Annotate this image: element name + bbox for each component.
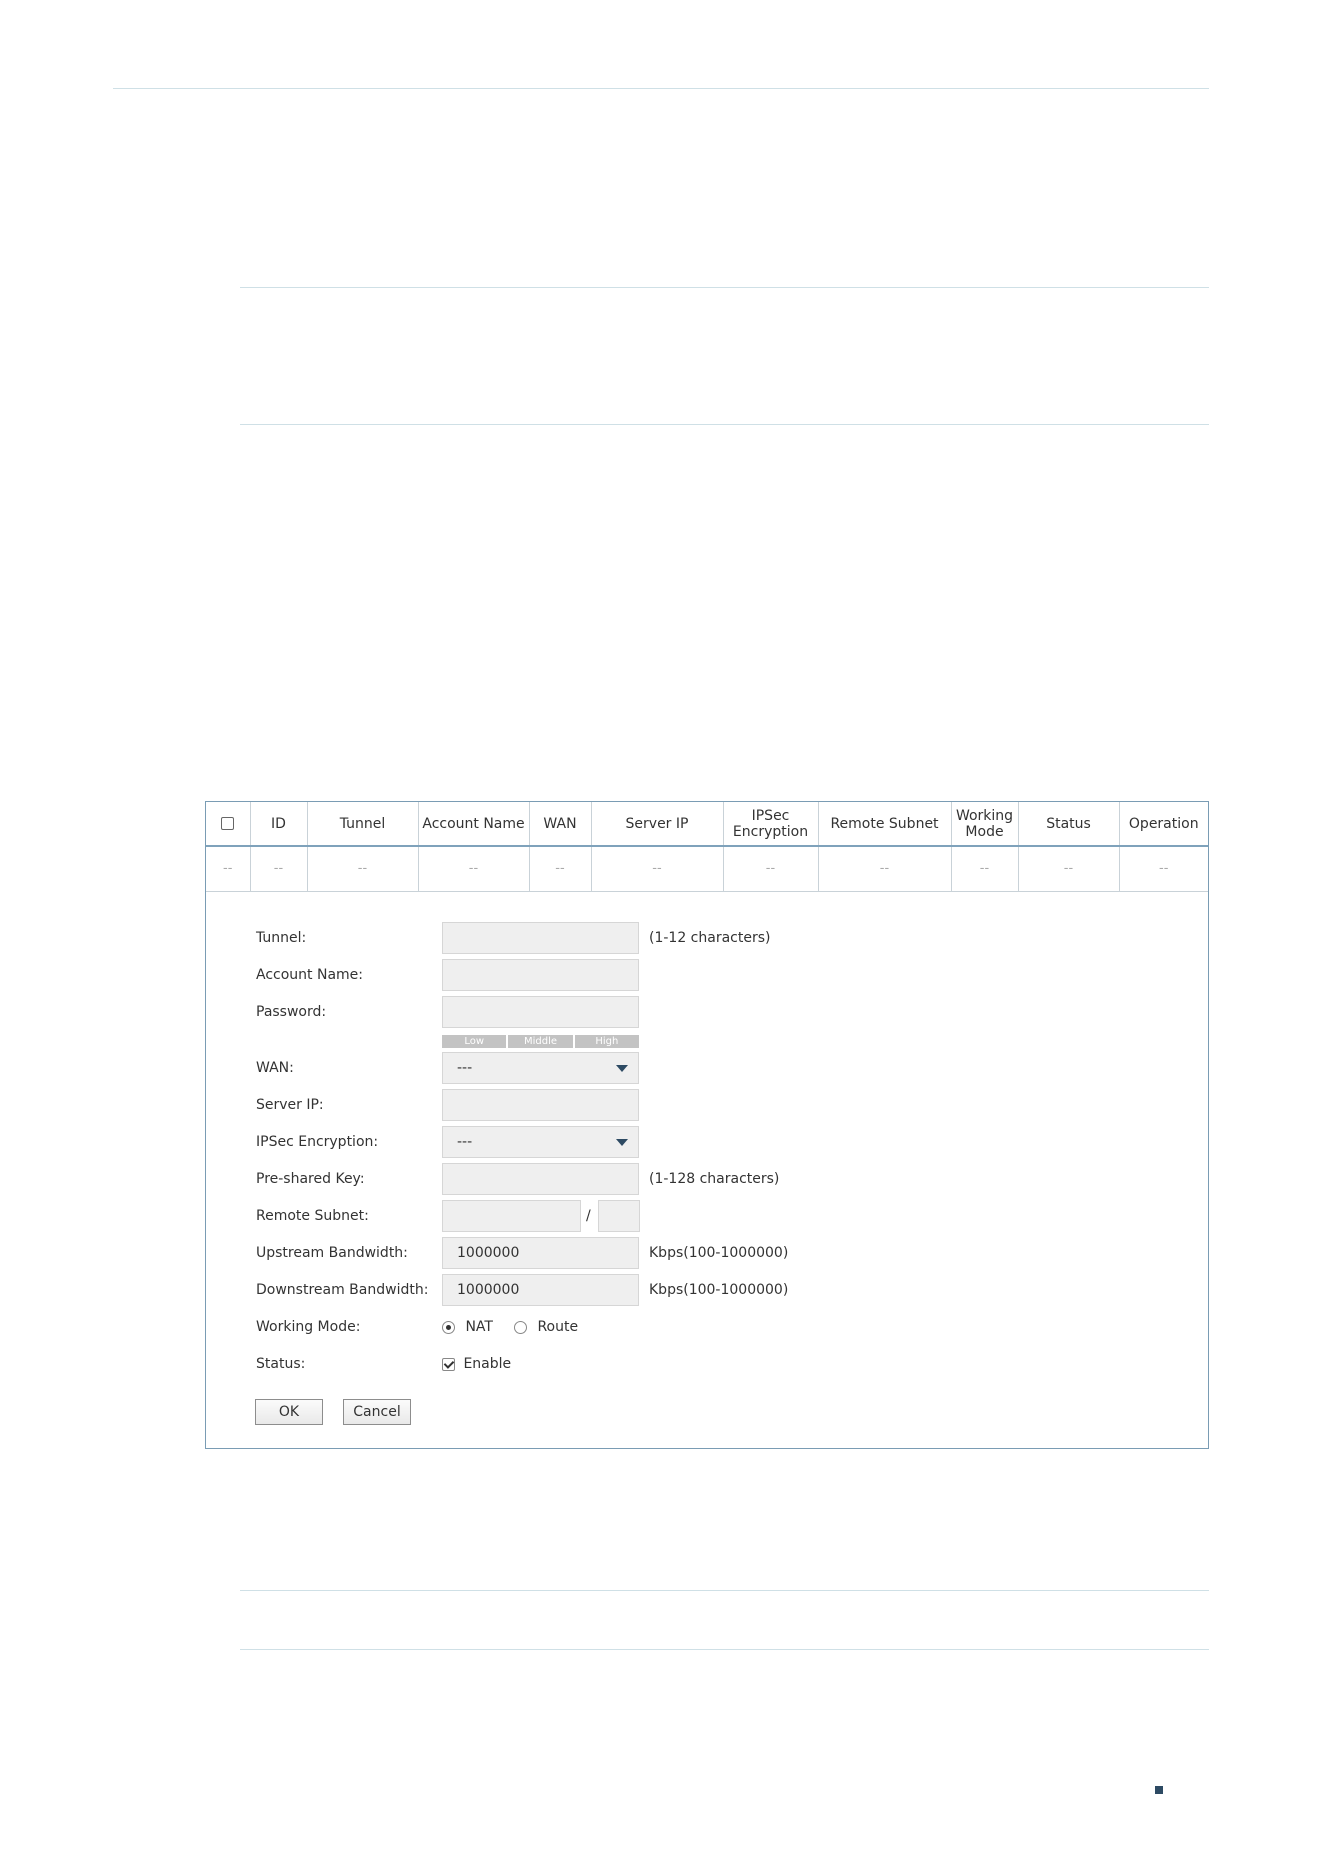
ipsec-selected-value: --- [457, 1134, 473, 1150]
table-cell: -- [206, 846, 251, 892]
wan-label: WAN: [256, 1060, 294, 1076]
tunnel-input[interactable] [442, 922, 639, 954]
enable-checkbox-label: Enable [463, 1356, 512, 1372]
remote-subnet-label: Remote Subnet: [256, 1208, 369, 1224]
nat-radio-label: NAT [465, 1319, 493, 1335]
pre-shared-key-hint: (1-128 characters) [649, 1171, 780, 1187]
remote-subnet-ip-input[interactable] [442, 1200, 581, 1232]
pre-shared-key-label: Pre-shared Key: [256, 1171, 365, 1187]
chevron-down-icon [616, 1139, 628, 1146]
upstream-bandwidth-label: Upstream Bandwidth: [256, 1245, 408, 1261]
subnet-separator: / [586, 1208, 591, 1224]
tunnel-label: Tunnel: [256, 930, 307, 946]
column-header: Status [1018, 802, 1120, 847]
table-cell: -- [418, 846, 530, 892]
column-header: Working Mode [951, 802, 1019, 847]
pre-shared-key-input[interactable] [442, 1163, 639, 1195]
table-cell: -- [591, 846, 724, 892]
column-header: WAN [529, 802, 592, 847]
working-mode-route-option[interactable]: Route [514, 1318, 578, 1336]
account-name-input[interactable] [442, 959, 639, 991]
column-header: IPSec Encryption [723, 802, 819, 847]
column-header: Operation [1119, 802, 1208, 847]
wan-selected-value: --- [457, 1060, 473, 1076]
strength-low: Low [442, 1035, 507, 1048]
status-enable-option[interactable]: Enable [442, 1355, 511, 1373]
nat-radio[interactable] [442, 1320, 455, 1334]
password-input[interactable] [442, 996, 639, 1028]
table-header-row: ID Tunnel Account Name WAN Server IP IPS… [206, 802, 1208, 847]
column-header: Server IP [591, 802, 724, 847]
table-cell: -- [307, 846, 419, 892]
enable-checkbox[interactable] [442, 1357, 455, 1371]
header-rule [113, 88, 1209, 89]
table-row: -- -- -- -- -- -- -- -- -- -- -- [206, 846, 1208, 892]
select-all-checkbox[interactable] [221, 817, 235, 830]
ipsec-encryption-label: IPSec Encryption: [256, 1134, 379, 1150]
ok-button[interactable]: OK [255, 1399, 323, 1425]
column-header: ID [250, 802, 308, 847]
route-radio[interactable] [514, 1320, 527, 1334]
password-strength-meter: Low Middle High [442, 1035, 639, 1048]
ipsec-encryption-select[interactable]: --- [442, 1126, 639, 1158]
upstream-bandwidth-input[interactable]: 1000000 [442, 1237, 639, 1269]
tunnel-hint: (1-12 characters) [649, 930, 771, 946]
status-label: Status: [256, 1356, 306, 1372]
cancel-button[interactable]: Cancel [343, 1399, 411, 1425]
column-header: Account Name [418, 802, 530, 847]
table-cell: -- [951, 846, 1019, 892]
password-label: Password: [256, 1004, 327, 1020]
table-cell: -- [818, 846, 952, 892]
server-ip-input[interactable] [442, 1089, 639, 1121]
note2-top-rule [240, 1590, 1209, 1591]
select-all-cell[interactable] [206, 802, 251, 847]
remote-subnet-mask-input[interactable] [598, 1200, 640, 1232]
downstream-bandwidth-input[interactable]: 1000000 [442, 1274, 639, 1306]
wan-select[interactable]: --- [442, 1052, 639, 1084]
downstream-bandwidth-label: Downstream Bandwidth: [256, 1282, 429, 1298]
chevron-down-icon [616, 1065, 628, 1072]
upstream-bandwidth-hint: Kbps(100-1000000) [649, 1245, 789, 1261]
server-ip-label: Server IP: [256, 1097, 324, 1113]
tunnel-table: ID Tunnel Account Name WAN Server IP IPS… [206, 802, 1208, 892]
tunnel-form: Tunnel: (1-12 characters) Account Name: … [206, 802, 1208, 1448]
working-mode-nat-option[interactable]: NAT [442, 1318, 493, 1336]
table-cell: -- [250, 846, 308, 892]
column-header: Remote Subnet [818, 802, 952, 847]
route-radio-label: Route [537, 1319, 579, 1335]
table-cell: -- [1119, 846, 1208, 892]
table-cell: -- [1018, 846, 1120, 892]
account-name-label: Account Name: [256, 967, 363, 983]
note2-bottom-rule [240, 1649, 1209, 1650]
footer-marker [1155, 1786, 1163, 1794]
column-header: Tunnel [307, 802, 419, 847]
strength-high: High [574, 1035, 639, 1048]
working-mode-label: Working Mode: [256, 1319, 361, 1335]
note-top-rule [240, 287, 1209, 288]
table-cell: -- [529, 846, 592, 892]
strength-middle: Middle [508, 1035, 573, 1048]
l2tp-vpn-panel: ID Tunnel Account Name WAN Server IP IPS… [205, 801, 1209, 1449]
note-bottom-rule [240, 424, 1209, 425]
downstream-bandwidth-hint: Kbps(100-1000000) [649, 1282, 789, 1298]
table-cell: -- [723, 846, 819, 892]
